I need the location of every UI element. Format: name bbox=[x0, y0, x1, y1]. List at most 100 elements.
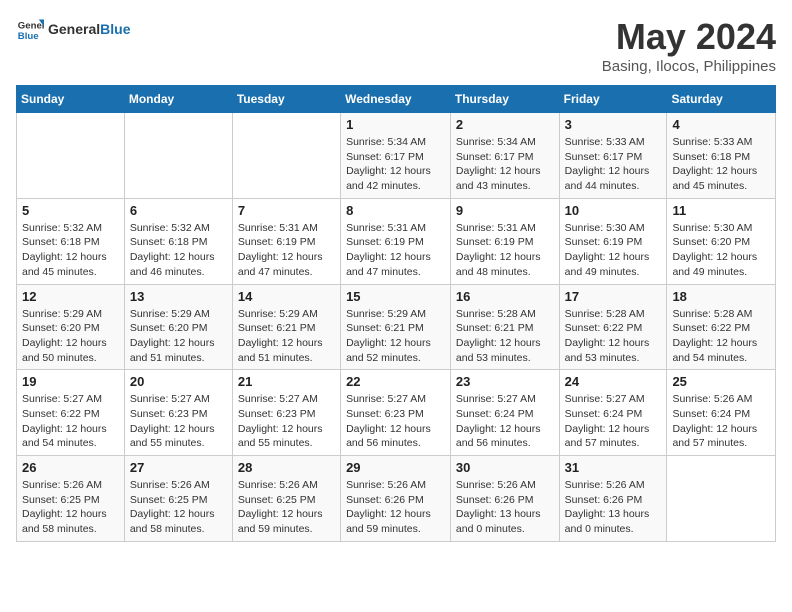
calendar-cell bbox=[232, 113, 340, 199]
calendar-cell: 30 Sunrise: 5:26 AM Sunset: 6:26 PM Dayli… bbox=[450, 456, 559, 542]
calendar-cell: 5 Sunrise: 5:32 AM Sunset: 6:18 PM Daylig… bbox=[17, 198, 125, 284]
weekday-header-row: SundayMondayTuesdayWednesdayThursdayFrid… bbox=[17, 86, 776, 113]
calendar-cell: 21 Sunrise: 5:27 AM Sunset: 6:23 PM Dayli… bbox=[232, 370, 340, 456]
logo-icon: General Blue bbox=[16, 16, 44, 44]
day-info: Sunrise: 5:26 AM Sunset: 6:26 PM Dayligh… bbox=[456, 478, 554, 537]
weekday-header: Friday bbox=[559, 86, 667, 113]
page-header: General Blue General Blue May 2024 Basing… bbox=[16, 16, 776, 75]
day-number: 29 bbox=[346, 460, 445, 475]
day-info: Sunrise: 5:34 AM Sunset: 6:17 PM Dayligh… bbox=[346, 135, 445, 194]
day-number: 24 bbox=[565, 374, 662, 389]
calendar-cell: 9Sunrise: 5:31 AM Sunset: 6:19 PM Daylig… bbox=[450, 198, 559, 284]
day-info: Sunrise: 5:31 AM Sunset: 6:19 PM Dayligh… bbox=[346, 221, 445, 280]
day-number: 12 bbox=[22, 289, 119, 304]
day-number: 26 bbox=[22, 460, 119, 475]
weekday-header: Wednesday bbox=[341, 86, 451, 113]
day-info: Sunrise: 5:29 AM Sunset: 6:20 PM Dayligh… bbox=[22, 307, 119, 366]
calendar-cell: 14 Sunrise: 5:29 AM Sunset: 6:21 PM Dayli… bbox=[232, 284, 340, 370]
calendar-cell: 8Sunrise: 5:31 AM Sunset: 6:19 PM Daylig… bbox=[341, 198, 451, 284]
calendar-cell: 12 Sunrise: 5:29 AM Sunset: 6:20 PM Dayli… bbox=[17, 284, 125, 370]
calendar-cell: 31 Sunrise: 5:26 AM Sunset: 6:26 PM Dayli… bbox=[559, 456, 667, 542]
day-info: Sunrise: 5:27 AM Sunset: 6:23 PM Dayligh… bbox=[130, 392, 227, 451]
calendar-cell: 15Sunrise: 5:29 AM Sunset: 6:21 PM Dayli… bbox=[341, 284, 451, 370]
calendar-cell: 18Sunrise: 5:28 AM Sunset: 6:22 PM Dayli… bbox=[667, 284, 776, 370]
day-info: Sunrise: 5:31 AM Sunset: 6:19 PM Dayligh… bbox=[456, 221, 554, 280]
day-info: Sunrise: 5:26 AM Sunset: 6:25 PM Dayligh… bbox=[238, 478, 335, 537]
day-number: 28 bbox=[238, 460, 335, 475]
calendar-cell: 10 Sunrise: 5:30 AM Sunset: 6:19 PM Dayli… bbox=[559, 198, 667, 284]
day-number: 23 bbox=[456, 374, 554, 389]
calendar-cell: 26 Sunrise: 5:26 AM Sunset: 6:25 PM Dayli… bbox=[17, 456, 125, 542]
day-number: 10 bbox=[565, 203, 662, 218]
day-number: 14 bbox=[238, 289, 335, 304]
calendar-cell: 4 Sunrise: 5:33 AM Sunset: 6:18 PM Daylig… bbox=[667, 113, 776, 199]
calendar-week-row: 5 Sunrise: 5:32 AM Sunset: 6:18 PM Daylig… bbox=[17, 198, 776, 284]
calendar-table: SundayMondayTuesdayWednesdayThursdayFrid… bbox=[16, 85, 776, 542]
day-info: Sunrise: 5:26 AM Sunset: 6:26 PM Dayligh… bbox=[565, 478, 662, 537]
calendar-cell: 6 Sunrise: 5:32 AM Sunset: 6:18 PM Daylig… bbox=[124, 198, 232, 284]
calendar-cell: 27 Sunrise: 5:26 AM Sunset: 6:25 PM Dayli… bbox=[124, 456, 232, 542]
day-number: 6 bbox=[130, 203, 227, 218]
day-number: 19 bbox=[22, 374, 119, 389]
calendar-week-row: 12 Sunrise: 5:29 AM Sunset: 6:20 PM Dayli… bbox=[17, 284, 776, 370]
day-number: 17 bbox=[565, 289, 662, 304]
calendar-week-row: 1Sunrise: 5:34 AM Sunset: 6:17 PM Daylig… bbox=[17, 113, 776, 199]
svg-text:General: General bbox=[18, 20, 44, 31]
day-info: Sunrise: 5:29 AM Sunset: 6:21 PM Dayligh… bbox=[346, 307, 445, 366]
calendar-cell: 16Sunrise: 5:28 AM Sunset: 6:21 PM Dayli… bbox=[450, 284, 559, 370]
day-number: 30 bbox=[456, 460, 554, 475]
calendar-cell: 22Sunrise: 5:27 AM Sunset: 6:23 PM Dayli… bbox=[341, 370, 451, 456]
day-number: 27 bbox=[130, 460, 227, 475]
day-info: Sunrise: 5:28 AM Sunset: 6:22 PM Dayligh… bbox=[672, 307, 770, 366]
day-info: Sunrise: 5:30 AM Sunset: 6:19 PM Dayligh… bbox=[565, 221, 662, 280]
day-info: Sunrise: 5:27 AM Sunset: 6:22 PM Dayligh… bbox=[22, 392, 119, 451]
day-number: 7 bbox=[238, 203, 335, 218]
location: Basing, Ilocos, Philippines bbox=[602, 58, 776, 75]
day-info: Sunrise: 5:26 AM Sunset: 6:25 PM Dayligh… bbox=[130, 478, 227, 537]
day-info: Sunrise: 5:33 AM Sunset: 6:17 PM Dayligh… bbox=[565, 135, 662, 194]
day-number: 5 bbox=[22, 203, 119, 218]
weekday-header: Monday bbox=[124, 86, 232, 113]
calendar-cell: 11 Sunrise: 5:30 AM Sunset: 6:20 PM Dayli… bbox=[667, 198, 776, 284]
day-info: Sunrise: 5:27 AM Sunset: 6:23 PM Dayligh… bbox=[238, 392, 335, 451]
day-info: Sunrise: 5:30 AM Sunset: 6:20 PM Dayligh… bbox=[672, 221, 770, 280]
day-info: Sunrise: 5:26 AM Sunset: 6:25 PM Dayligh… bbox=[22, 478, 119, 537]
day-number: 4 bbox=[672, 117, 770, 132]
day-info: Sunrise: 5:27 AM Sunset: 6:23 PM Dayligh… bbox=[346, 392, 445, 451]
calendar-cell: 23 Sunrise: 5:27 AM Sunset: 6:24 PM Dayli… bbox=[450, 370, 559, 456]
day-number: 11 bbox=[672, 203, 770, 218]
day-info: Sunrise: 5:34 AM Sunset: 6:17 PM Dayligh… bbox=[456, 135, 554, 194]
calendar-cell: 28 Sunrise: 5:26 AM Sunset: 6:25 PM Dayli… bbox=[232, 456, 340, 542]
day-info: Sunrise: 5:26 AM Sunset: 6:24 PM Dayligh… bbox=[672, 392, 770, 451]
calendar-week-row: 19 Sunrise: 5:27 AM Sunset: 6:22 PM Dayli… bbox=[17, 370, 776, 456]
logo: General Blue General Blue bbox=[16, 16, 130, 44]
day-info: Sunrise: 5:28 AM Sunset: 6:22 PM Dayligh… bbox=[565, 307, 662, 366]
calendar-cell bbox=[17, 113, 125, 199]
day-info: Sunrise: 5:29 AM Sunset: 6:21 PM Dayligh… bbox=[238, 307, 335, 366]
logo-blue: Blue bbox=[100, 21, 130, 37]
day-info: Sunrise: 5:27 AM Sunset: 6:24 PM Dayligh… bbox=[456, 392, 554, 451]
day-info: Sunrise: 5:28 AM Sunset: 6:21 PM Dayligh… bbox=[456, 307, 554, 366]
calendar-cell bbox=[667, 456, 776, 542]
calendar-cell: 17 Sunrise: 5:28 AM Sunset: 6:22 PM Dayli… bbox=[559, 284, 667, 370]
calendar-cell: 7Sunrise: 5:31 AM Sunset: 6:19 PM Daylig… bbox=[232, 198, 340, 284]
month-title: May 2024 bbox=[602, 16, 776, 58]
day-info: Sunrise: 5:33 AM Sunset: 6:18 PM Dayligh… bbox=[672, 135, 770, 194]
calendar-cell: 3 Sunrise: 5:33 AM Sunset: 6:17 PM Daylig… bbox=[559, 113, 667, 199]
calendar-cell: 19 Sunrise: 5:27 AM Sunset: 6:22 PM Dayli… bbox=[17, 370, 125, 456]
calendar-cell: 25Sunrise: 5:26 AM Sunset: 6:24 PM Dayli… bbox=[667, 370, 776, 456]
calendar-week-row: 26 Sunrise: 5:26 AM Sunset: 6:25 PM Dayli… bbox=[17, 456, 776, 542]
day-number: 31 bbox=[565, 460, 662, 475]
weekday-header: Tuesday bbox=[232, 86, 340, 113]
day-number: 20 bbox=[130, 374, 227, 389]
calendar-cell bbox=[124, 113, 232, 199]
day-number: 3 bbox=[565, 117, 662, 132]
day-info: Sunrise: 5:29 AM Sunset: 6:20 PM Dayligh… bbox=[130, 307, 227, 366]
day-info: Sunrise: 5:32 AM Sunset: 6:18 PM Dayligh… bbox=[22, 221, 119, 280]
calendar-cell: 2Sunrise: 5:34 AM Sunset: 6:17 PM Daylig… bbox=[450, 113, 559, 199]
calendar-cell: 1Sunrise: 5:34 AM Sunset: 6:17 PM Daylig… bbox=[341, 113, 451, 199]
day-info: Sunrise: 5:27 AM Sunset: 6:24 PM Dayligh… bbox=[565, 392, 662, 451]
weekday-header: Thursday bbox=[450, 86, 559, 113]
day-info: Sunrise: 5:32 AM Sunset: 6:18 PM Dayligh… bbox=[130, 221, 227, 280]
day-number: 21 bbox=[238, 374, 335, 389]
